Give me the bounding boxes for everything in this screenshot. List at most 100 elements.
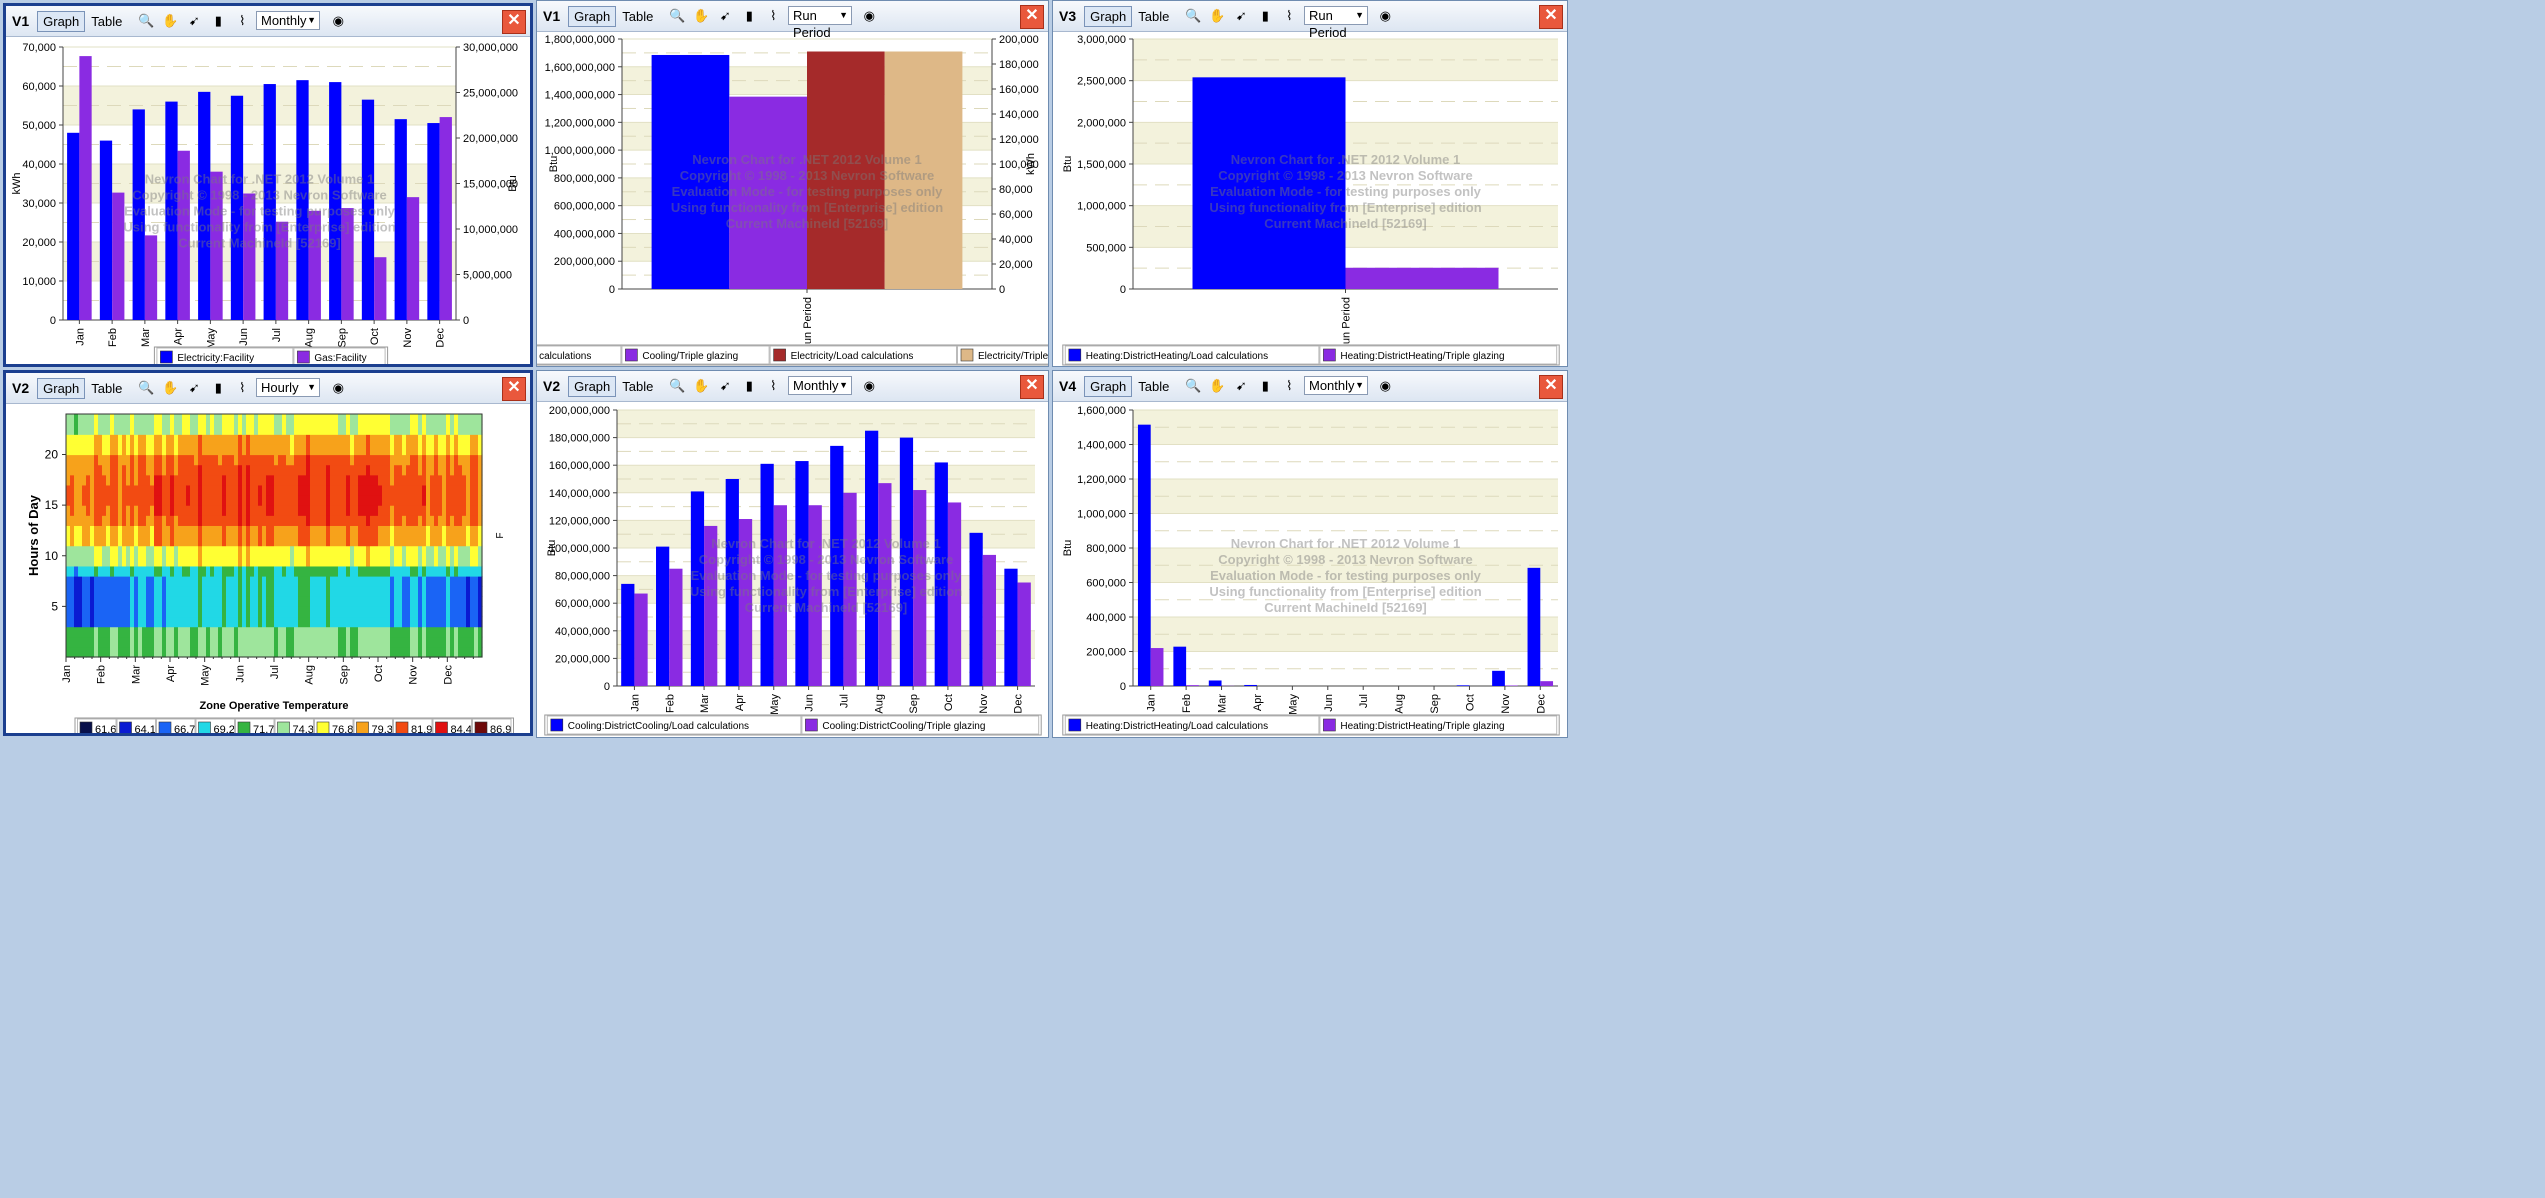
trackball-icon[interactable]: ➹ xyxy=(184,378,204,398)
pan-hand-icon[interactable]: ✋ xyxy=(1207,376,1227,396)
heatmap-cell xyxy=(358,586,363,597)
trackball-icon[interactable]: ➹ xyxy=(1231,376,1251,396)
chart-type-icon[interactable]: ▮ xyxy=(1255,376,1275,396)
heatmap-cell xyxy=(210,495,215,506)
visibility-icon[interactable]: ◉ xyxy=(328,11,348,31)
heatmap-cell xyxy=(314,454,319,466)
heatmap-cell xyxy=(102,464,107,476)
trackball-icon[interactable]: ➹ xyxy=(715,6,735,26)
graph-tab[interactable]: Graph xyxy=(568,5,617,27)
heatmap-cell xyxy=(178,616,183,628)
heatmap-cell xyxy=(294,596,299,607)
graph-tab[interactable]: Graph xyxy=(37,10,86,32)
graph-tab[interactable]: Graph xyxy=(1084,5,1133,27)
period-dropdown[interactable]: Hourly ▼ xyxy=(256,378,320,397)
zoom-icon[interactable]: 🔍 xyxy=(1183,376,1203,396)
close-icon[interactable]: ✕ xyxy=(502,377,526,401)
heatmap-cell xyxy=(170,464,175,476)
heatmap-cell xyxy=(302,535,307,547)
period-dropdown[interactable]: Monthly ▼ xyxy=(256,11,320,30)
heatmap-cell xyxy=(158,606,163,618)
heatmap-cell xyxy=(146,626,151,638)
heatmap-cell xyxy=(290,646,295,658)
pan-hand-icon[interactable]: ✋ xyxy=(691,376,711,396)
zoom-icon[interactable]: 🔍 xyxy=(667,376,687,396)
trackball-icon[interactable]: ➹ xyxy=(184,11,204,31)
heatmap-cell xyxy=(378,616,383,628)
visibility-icon[interactable]: ◉ xyxy=(859,6,879,26)
table-tab[interactable]: Table xyxy=(85,378,128,399)
graph-tab[interactable]: Graph xyxy=(37,377,86,399)
heatmap-cell xyxy=(310,565,315,577)
heatmap-cell xyxy=(442,424,447,435)
close-icon[interactable]: ✕ xyxy=(1539,5,1563,29)
pan-hand-icon[interactable]: ✋ xyxy=(691,6,711,26)
heatmap-cell xyxy=(114,495,119,506)
line-chart-icon[interactable]: ⌇ xyxy=(1279,376,1299,396)
heatmap-cell xyxy=(290,444,295,456)
period-dropdown[interactable]: Run Period ▼ xyxy=(788,6,852,40)
heatmap-cell xyxy=(342,626,347,638)
chart-type-icon[interactable]: ▮ xyxy=(1255,6,1275,26)
table-tab[interactable]: Table xyxy=(616,376,659,397)
line-chart-icon[interactable]: ⌇ xyxy=(763,6,783,26)
table-tab[interactable]: Table xyxy=(1132,6,1175,27)
panel-v2-hourly: V2 Graph Table 🔍 ✋ ➹ ▮ ⌇ ▦ ≡ ⇗ ◉ Hourly▼… xyxy=(3,370,533,736)
trackball-icon[interactable]: ➹ xyxy=(1231,6,1251,26)
chart-type-icon[interactable]: ▮ xyxy=(208,378,228,398)
visibility-icon[interactable]: ◉ xyxy=(859,376,879,396)
pan-hand-icon[interactable]: ✋ xyxy=(160,11,180,31)
heatmap-cell xyxy=(326,586,331,597)
close-icon[interactable]: ✕ xyxy=(502,10,526,34)
close-icon[interactable]: ✕ xyxy=(1020,5,1044,29)
chart-type-icon[interactable]: ▮ xyxy=(739,376,759,396)
bar xyxy=(1173,646,1187,686)
heatmap-cell xyxy=(118,424,123,435)
visibility-icon[interactable]: ◉ xyxy=(1375,6,1395,26)
table-tab[interactable]: Table xyxy=(85,11,128,32)
pan-hand-icon[interactable]: ✋ xyxy=(1207,6,1227,26)
close-icon[interactable]: ✕ xyxy=(1539,375,1563,399)
line-chart-icon[interactable]: ⌇ xyxy=(232,11,252,31)
heatmap-cell xyxy=(214,616,219,628)
visibility-icon[interactable]: ◉ xyxy=(328,378,348,398)
heatmap-cell xyxy=(194,535,199,547)
pan-hand-icon[interactable]: ✋ xyxy=(160,378,180,398)
visibility-icon[interactable]: ◉ xyxy=(1375,376,1395,396)
heatmap-cell xyxy=(434,646,439,658)
heatmap-cell xyxy=(298,484,303,496)
heatmap-cell xyxy=(266,464,271,476)
heatmap-cell xyxy=(338,606,343,618)
line-chart-icon[interactable]: ⌇ xyxy=(1279,6,1299,26)
heatmap-cell xyxy=(430,646,435,658)
period-dropdown[interactable]: Monthly ▼ xyxy=(788,376,852,395)
table-tab[interactable]: Table xyxy=(616,6,659,27)
heatmap-cell xyxy=(82,555,87,567)
line-chart-icon[interactable]: ⌇ xyxy=(232,378,252,398)
heatmap-cell xyxy=(422,414,427,425)
period-dropdown[interactable]: Monthly ▼ xyxy=(1304,376,1368,395)
chart-type-icon[interactable]: ▮ xyxy=(739,6,759,26)
heatmap-cell xyxy=(470,565,475,577)
zoom-icon[interactable]: 🔍 xyxy=(667,6,687,26)
graph-tab[interactable]: Graph xyxy=(568,375,617,397)
heatmap-cell xyxy=(246,484,251,496)
heatmap-cell xyxy=(318,525,323,537)
heatmap-cell xyxy=(198,414,203,425)
heatmap-cell xyxy=(338,414,343,425)
chart-type-icon[interactable]: ▮ xyxy=(208,11,228,31)
zoom-icon[interactable]: 🔍 xyxy=(136,378,156,398)
heatmap-cell xyxy=(370,606,375,618)
table-tab[interactable]: Table xyxy=(1132,376,1175,397)
period-dropdown[interactable]: Run Period ▼ xyxy=(1304,6,1368,40)
zoom-icon[interactable]: 🔍 xyxy=(136,11,156,31)
line-chart-icon[interactable]: ⌇ xyxy=(763,376,783,396)
close-icon[interactable]: ✕ xyxy=(1020,375,1044,399)
heatmap-cell xyxy=(250,616,255,628)
y-tick-label: 10,000 xyxy=(22,276,56,288)
trackball-icon[interactable]: ➹ xyxy=(715,376,735,396)
graph-tab[interactable]: Graph xyxy=(1084,375,1133,397)
heatmap-cell xyxy=(398,474,403,486)
zoom-icon[interactable]: 🔍 xyxy=(1183,6,1203,26)
heatmap-cell xyxy=(282,626,287,638)
